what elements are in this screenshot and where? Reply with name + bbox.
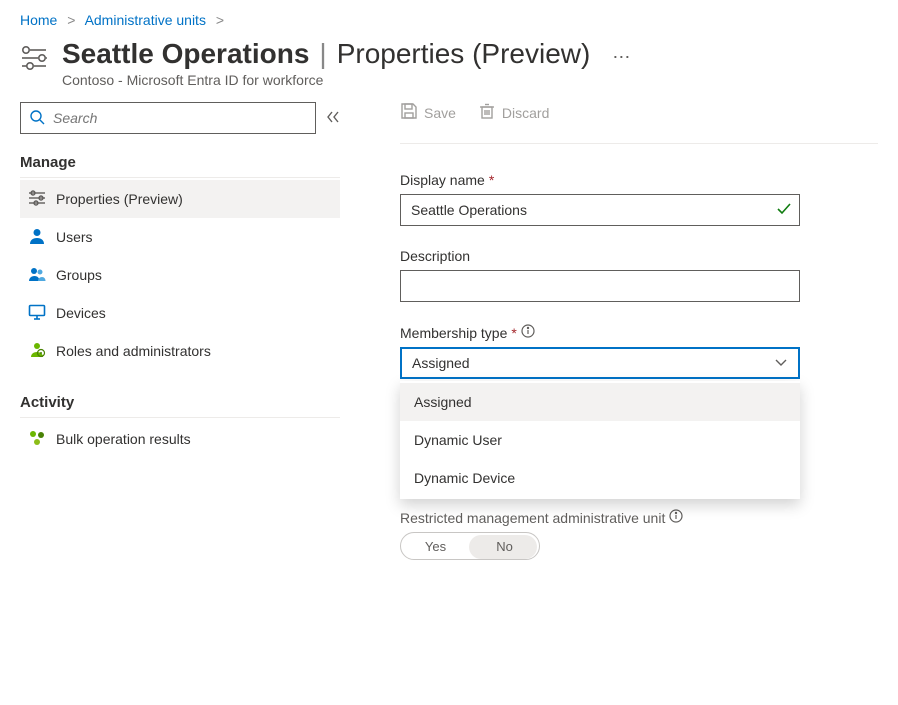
- nav-item-properties[interactable]: Properties (Preview): [20, 180, 340, 218]
- required-indicator: *: [489, 172, 494, 188]
- sliders-icon: [28, 189, 46, 210]
- membership-type-value: Assigned: [412, 355, 470, 371]
- membership-type-label: Membership type: [400, 325, 507, 341]
- search-input[interactable]: [51, 109, 307, 127]
- dropdown-option-assigned[interactable]: Assigned: [400, 383, 800, 421]
- save-icon: [400, 102, 418, 123]
- person-icon: [28, 227, 46, 248]
- search-box[interactable]: [20, 102, 316, 134]
- breadcrumb: Home > Administrative units >: [20, 12, 878, 28]
- molecule-icon: [28, 429, 46, 450]
- description-input[interactable]: [400, 270, 800, 302]
- check-icon: [776, 201, 792, 220]
- chevron-right-icon: >: [216, 12, 224, 28]
- save-label: Save: [424, 105, 456, 121]
- toggle-option-yes[interactable]: Yes: [401, 539, 470, 554]
- display-name-label: Display name: [400, 172, 485, 188]
- page-header: Seattle Operations | Properties (Preview…: [20, 38, 878, 88]
- sidebar: Manage Properties (Preview) Users: [20, 102, 340, 560]
- restricted-toggle[interactable]: Yes No: [400, 532, 540, 560]
- breadcrumb-home[interactable]: Home: [20, 12, 57, 28]
- nav-item-label: Bulk operation results: [56, 431, 191, 447]
- nav-item-roles[interactable]: Roles and administrators: [20, 332, 340, 370]
- discard-button[interactable]: Discard: [478, 102, 549, 123]
- description-label: Description: [400, 248, 470, 264]
- admin-unit-icon: [20, 38, 48, 75]
- nav-section-activity: Activity: [20, 388, 340, 418]
- info-icon[interactable]: [521, 324, 535, 341]
- toggle-option-no[interactable]: No: [470, 539, 539, 554]
- info-icon[interactable]: [669, 509, 683, 526]
- nav-item-devices[interactable]: Devices: [20, 294, 340, 332]
- main-content: Save Discard Display name *: [340, 102, 878, 560]
- breadcrumb-admin-units[interactable]: Administrative units: [85, 12, 206, 28]
- nav-section-manage: Manage: [20, 148, 340, 178]
- discard-label: Discard: [502, 105, 549, 121]
- restricted-label: Restricted management administrative uni…: [400, 510, 665, 526]
- chevron-right-icon: >: [67, 12, 75, 28]
- nav-item-users[interactable]: Users: [20, 218, 340, 256]
- page-subtitle: Contoso - Microsoft Entra ID for workfor…: [62, 72, 878, 88]
- collapse-sidebar-button[interactable]: [326, 110, 340, 127]
- nav-item-label: Properties (Preview): [56, 191, 183, 207]
- chevron-down-icon: [774, 355, 788, 372]
- save-button[interactable]: Save: [400, 102, 456, 123]
- dropdown-option-dynamic-user[interactable]: Dynamic User: [400, 421, 800, 459]
- page-title-blade: Properties (Preview): [337, 38, 591, 70]
- page-title-entity: Seattle Operations: [62, 38, 309, 70]
- display-name-input[interactable]: [400, 194, 800, 226]
- more-actions-button[interactable]: ⋯: [612, 47, 630, 68]
- membership-type-dropdown: Assigned Dynamic User Dynamic Device: [400, 381, 800, 499]
- nav-item-label: Devices: [56, 305, 106, 321]
- nav-item-label: Groups: [56, 267, 102, 283]
- membership-type-select[interactable]: Assigned: [400, 347, 800, 379]
- nav-item-groups[interactable]: Groups: [20, 256, 340, 294]
- nav-item-bulk-results[interactable]: Bulk operation results: [20, 420, 340, 458]
- nav-item-label: Roles and administrators: [56, 343, 211, 359]
- command-bar: Save Discard: [400, 102, 878, 144]
- monitor-icon: [28, 303, 46, 324]
- search-icon: [29, 109, 51, 128]
- admin-icon: [28, 341, 46, 362]
- nav-item-label: Users: [56, 229, 93, 245]
- trash-icon: [478, 102, 496, 123]
- dropdown-option-dynamic-device[interactable]: Dynamic Device: [400, 459, 800, 497]
- people-icon: [28, 265, 46, 286]
- required-indicator: *: [511, 325, 516, 341]
